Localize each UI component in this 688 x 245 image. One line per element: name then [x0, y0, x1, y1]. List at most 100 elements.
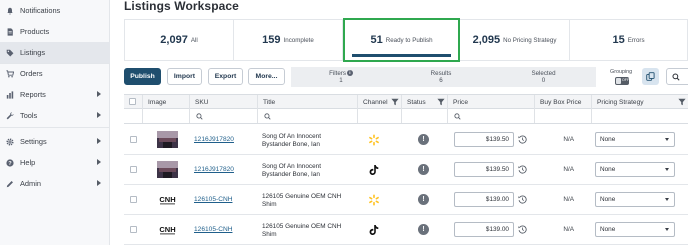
sidebar-item-label: Reports [20, 90, 46, 99]
tab-label: Ready to Publish [385, 36, 433, 44]
sidebar-item-tools[interactable]: Tools [0, 105, 110, 126]
select-value: None [600, 226, 616, 233]
chevron-down-icon [665, 228, 669, 231]
chevron-right-icon [97, 138, 101, 144]
sidebar-item-settings[interactable]: Settings [0, 131, 110, 152]
filter-icon[interactable] [391, 98, 399, 106]
select-value: None [600, 136, 616, 143]
alert-icon[interactable]: ! [418, 194, 429, 205]
sidebar-item-notifications[interactable]: Notifications [0, 0, 110, 21]
sidebar-item-orders[interactable]: Orders [0, 63, 110, 84]
tab-count: 2,097 [160, 34, 188, 46]
svg-text:CNH: CNH [159, 225, 175, 234]
filter-cell [534, 109, 591, 123]
import-button[interactable]: Import [167, 68, 202, 85]
price-filter-input[interactable] [447, 109, 534, 123]
table-row[interactable]: 1216J917820 Song Of An Innocent Bystande… [124, 155, 688, 185]
pricing-strategy-select[interactable]: None [595, 162, 675, 177]
column-header-price[interactable]: Price [447, 95, 534, 109]
select-all-checkbox[interactable] [129, 98, 136, 105]
column-header-label: Status [407, 98, 426, 106]
row-checkbox[interactable] [130, 136, 137, 143]
row-checkbox[interactable] [130, 166, 137, 173]
sidebar-item-label: Admin [20, 179, 41, 188]
more-button[interactable]: More... [248, 68, 285, 85]
grouping-toggle[interactable]: OFF [615, 77, 629, 85]
tiktok-icon [369, 165, 379, 176]
buy-box-price: N/A [563, 196, 574, 203]
tab-count: 159 [262, 34, 281, 46]
sidebar-item-products[interactable]: Products [0, 21, 110, 42]
table-row[interactable]: CNH 126105-CNH 126105 Genuine OEM CNH Sh… [124, 215, 688, 245]
column-header-pricing-strategy[interactable]: Pricing Strategy [591, 95, 688, 109]
search-icon [196, 112, 203, 120]
tab-errors[interactable]: 15 Errors [570, 20, 687, 60]
sidebar-item-label: Products [20, 27, 50, 36]
sidebar-divider [0, 127, 110, 128]
sidebar-item-listings[interactable]: Listings [0, 42, 110, 63]
filter-icon[interactable] [437, 98, 445, 106]
alert-icon[interactable]: ! [418, 134, 429, 145]
price-input[interactable]: $139.00 [454, 192, 514, 207]
chevron-right-icon [97, 159, 101, 165]
main-content: Listings Workspace 2,097 All 159 Incompl… [110, 0, 688, 245]
listing-title: Song Of An Innocent Bystander Bone, Ian [262, 163, 321, 178]
tab-all[interactable]: 2,097 All [125, 20, 234, 60]
tab-ready-to-publish[interactable]: 51 Ready to Publish [343, 18, 460, 62]
sku-link[interactable]: 126105-CNH [194, 196, 232, 203]
alert-icon[interactable]: ! [418, 164, 429, 175]
price-input[interactable]: $139.00 [454, 222, 514, 237]
filter-icon[interactable] [678, 98, 686, 106]
select-value: None [600, 196, 616, 203]
history-icon[interactable] [518, 195, 527, 204]
pricing-strategy-select[interactable]: None [595, 192, 675, 207]
column-header-title[interactable]: Title [257, 95, 357, 109]
row-checkbox[interactable] [130, 196, 137, 203]
title-filter-input[interactable] [257, 109, 357, 123]
wrench-icon [6, 111, 14, 120]
table-row[interactable]: 1216J917820 Song Of An Innocent Bystande… [124, 125, 688, 155]
sku-link[interactable]: 1216J917820 [194, 136, 234, 143]
walmart-icon [369, 194, 379, 206]
selected-value: 0 [541, 77, 546, 84]
tab-incomplete[interactable]: 159 Incomplete [234, 20, 343, 60]
status-tabs: 2,097 All 159 Incomplete 51 Ready to Pub… [124, 18, 688, 62]
row-checkbox[interactable] [130, 226, 137, 233]
export-button[interactable]: Export [208, 68, 243, 85]
sku-filter-input[interactable] [189, 109, 257, 123]
chevron-right-icon [97, 180, 101, 186]
pricing-strategy-select[interactable]: None [595, 132, 675, 147]
sidebar-item-label: Listings [20, 48, 46, 57]
results-value: 6 [439, 77, 443, 84]
selected-summary: Selected 0 [491, 67, 596, 87]
sidebar-item-help[interactable]: ? Help [0, 152, 110, 173]
alert-icon[interactable]: ! [418, 224, 429, 235]
price-input[interactable]: $139.50 [454, 132, 514, 147]
column-header-label: Channel [363, 98, 388, 106]
info-icon: i [346, 69, 353, 76]
filters-summary[interactable]: Filters i 1 [291, 67, 391, 87]
search-button[interactable] [666, 68, 688, 85]
table-row[interactable]: CNH 126105-CNH 126105 Genuine OEM CNH Sh… [124, 185, 688, 215]
sidebar-item-reports[interactable]: Reports [0, 84, 110, 105]
svg-text:?: ? [8, 161, 12, 167]
cnh-logo-thumbnail: CNH [157, 191, 178, 208]
column-header-buy-box-price[interactable]: Buy Box Price [534, 95, 591, 109]
sku-link[interactable]: 126105-CNH [194, 226, 232, 233]
filter-cell [591, 109, 688, 123]
publish-button[interactable]: Publish [124, 68, 161, 85]
price-input[interactable]: $139.50 [454, 162, 514, 177]
history-icon[interactable] [518, 135, 527, 144]
pricing-strategy-select[interactable]: None [595, 222, 675, 237]
history-icon[interactable] [518, 165, 527, 174]
sku-link[interactable]: 1216J917820 [194, 166, 234, 173]
column-header-image[interactable]: Image [142, 95, 189, 109]
walmart-icon [369, 134, 379, 146]
column-header-sku[interactable]: SKU [189, 95, 257, 109]
sidebar-item-admin[interactable]: Admin [0, 173, 110, 194]
cnh-logo-thumbnail: CNH [157, 221, 178, 238]
history-icon[interactable] [518, 225, 527, 234]
listing-title: 126105 Genuine OEM CNH Shim [262, 193, 342, 208]
copy-button[interactable] [642, 68, 659, 85]
tab-no-pricing-strategy[interactable]: 2,095 No Pricing Strategy [460, 20, 570, 60]
